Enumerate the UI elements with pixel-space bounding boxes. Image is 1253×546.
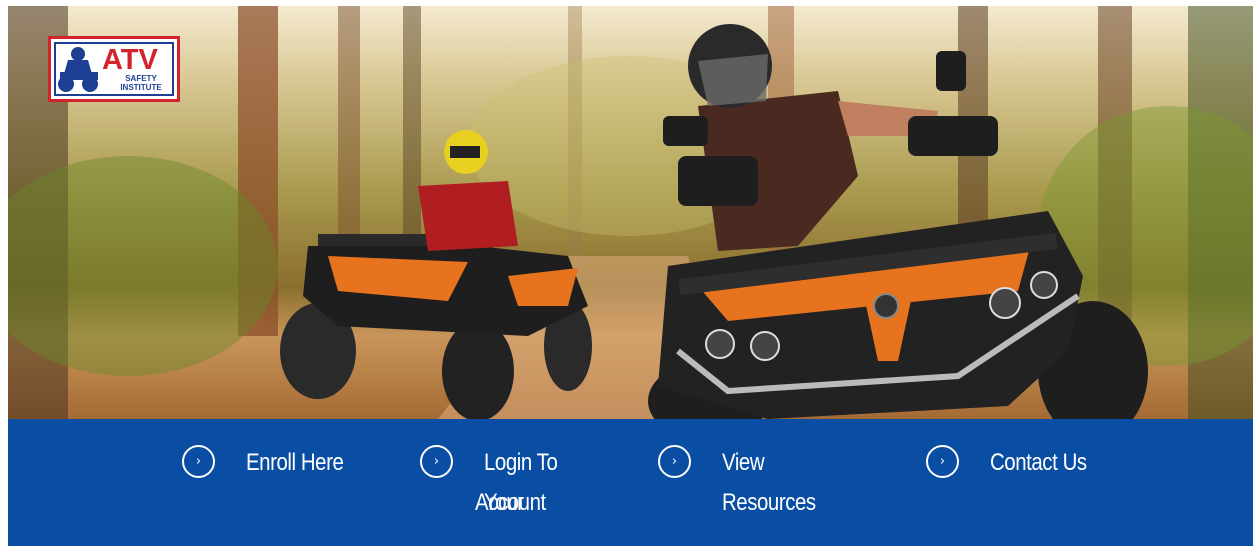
logo-subtitle-line1: SAFETY <box>125 74 157 83</box>
logo-border: ATV SAFETY INSTITUTE <box>54 42 174 96</box>
action-nav-bar: › Enroll Here › Login To Your Account › … <box>8 419 1253 546</box>
chevron-right-circle-icon: › <box>658 445 691 478</box>
chevron-right-circle-icon: › <box>420 445 453 478</box>
atv-rider-logo-icon <box>58 47 98 92</box>
nav-resources-label: View Resources <box>722 449 816 516</box>
nav-enroll-label: Enroll Here <box>246 449 344 476</box>
hero-banner: ATV SAFETY INSTITUTE <box>8 6 1253 419</box>
nav-login-label-line2: Account <box>475 489 546 516</box>
nav-login-account[interactable]: › Login To Your Account <box>420 443 620 527</box>
logo-brand-text: ATV <box>102 44 158 76</box>
chevron-right-circle-icon: › <box>182 445 215 478</box>
nav-contact-label: Contact Us <box>990 449 1087 476</box>
nav-view-resources[interactable]: › View Resources <box>658 443 878 516</box>
logo-subtitle: SAFETY INSTITUTE <box>112 74 170 92</box>
logo-subtitle-line2: INSTITUTE <box>120 83 162 92</box>
nav-contact-us[interactable]: › Contact Us <box>926 443 1116 487</box>
chevron-right-circle-icon: › <box>926 445 959 478</box>
hero-photo-atv-riders <box>8 6 1253 419</box>
atv-safety-institute-logo[interactable]: ATV SAFETY INSTITUTE <box>48 36 180 102</box>
nav-enroll-here[interactable]: › Enroll Here <box>182 443 372 487</box>
